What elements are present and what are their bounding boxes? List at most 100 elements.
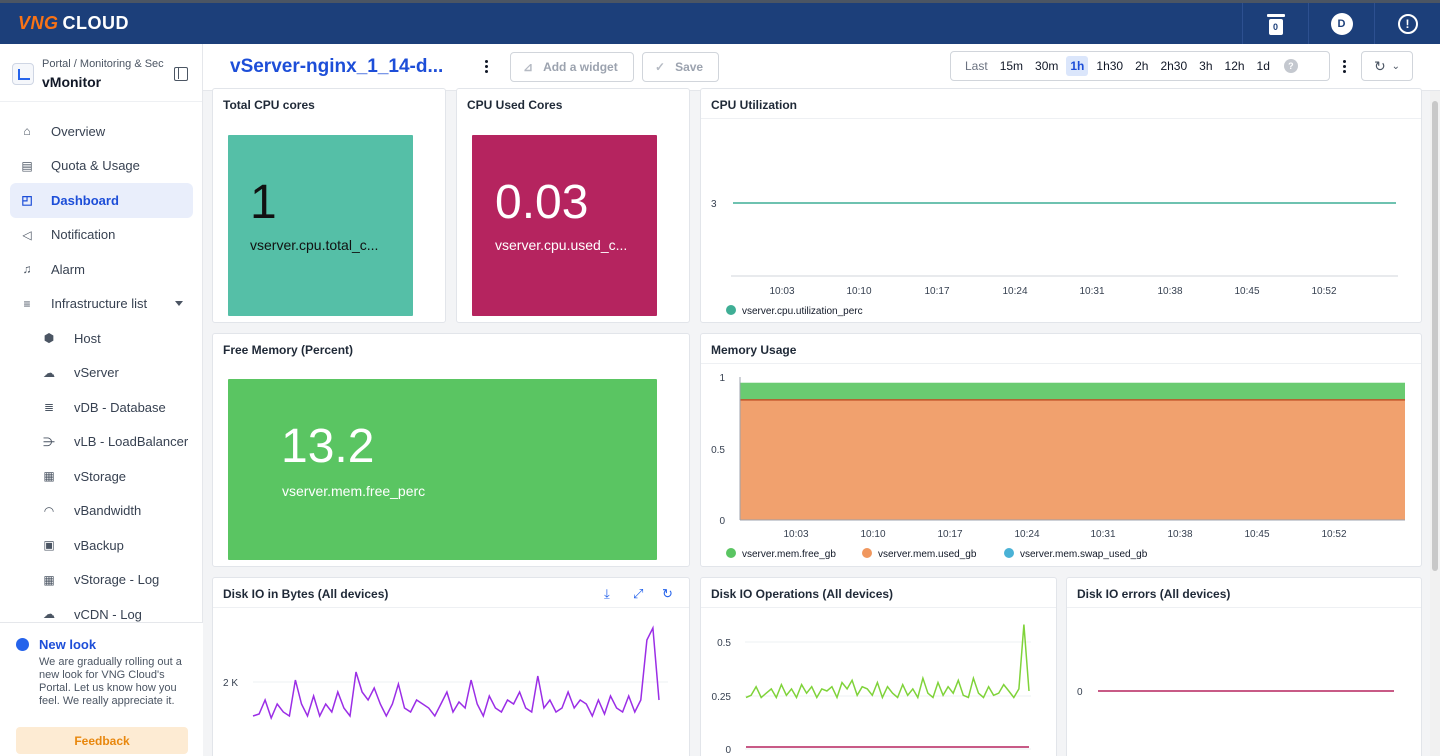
legend-swatch — [726, 548, 736, 558]
y-tick-label: 3 — [711, 199, 717, 210]
user-menu-button[interactable]: D — [1308, 3, 1374, 44]
sidebar-item-overview[interactable]: ⌂ Overview — [0, 114, 203, 149]
sidebar-item-alarm[interactable]: ♫ Alarm — [0, 252, 203, 287]
sidebar-item-vstorage-log[interactable]: ▦ vStorage - Log — [0, 563, 203, 598]
sidebar-item-label: vStorage - Log — [74, 572, 160, 588]
panel-title: CPU Used Cores — [467, 98, 563, 112]
x-tick-label: 10:45 — [1244, 529, 1269, 540]
disk-ops-read-line — [745, 624, 1030, 700]
sidebar-item-label: vCDN - Log — [74, 606, 142, 622]
new-look-banner: New look We are gradually rolling out a … — [0, 622, 203, 756]
stat-tile: 0.03 vserver.cpu.used_c... — [472, 135, 657, 316]
legend-swatch — [726, 305, 736, 315]
feedback-button[interactable]: Feedback — [16, 727, 188, 754]
gauge-icon: ◠ — [43, 503, 55, 518]
top-bar: VNG CLOUD 0 D ! — [0, 0, 1440, 44]
sidebar-item-quota-usage[interactable]: ▤ Quota & Usage — [0, 149, 203, 184]
add-chart-icon: ⊿ — [523, 60, 534, 74]
panel-total-cpu-cores: Total CPU cores 1 vserver.cpu.total_c... — [212, 88, 446, 323]
range-option-15m[interactable]: 15m — [996, 56, 1027, 76]
collapse-sidebar-icon[interactable] — [174, 67, 188, 81]
range-option-30m[interactable]: 30m — [1031, 56, 1062, 76]
sidebar-item-vlb-loadbalancer[interactable]: ⋺ vLB - LoadBalancer — [0, 425, 203, 460]
info-button[interactable]: ! — [1374, 3, 1440, 44]
range-option-2h[interactable]: 2h — [1131, 56, 1152, 76]
sidebar-item-label: Quota & Usage — [51, 158, 140, 174]
range-option-2h30[interactable]: 2h30 — [1156, 56, 1191, 76]
panel-disk-io-operations: Disk IO Operations (All devices) 0 0.25 0.… — [700, 577, 1057, 756]
sidebar-item-label: Dashboard — [51, 192, 119, 208]
page-scrollbar[interactable] — [1430, 91, 1440, 756]
sidebar-item-vbandwidth[interactable]: ◠ vBandwidth — [0, 494, 203, 529]
sidebar-item-label: vStorage — [74, 468, 127, 484]
range-option-12h[interactable]: 12h — [1221, 56, 1249, 76]
x-tick-label: 10:17 — [924, 286, 949, 297]
sidebar-nav: ⌂ Overview ▤ Quota & Usage ◰ Dashboard ◁… — [0, 114, 203, 632]
save-button[interactable]: ✓ Save — [642, 52, 719, 82]
host-icon: ⬢ — [43, 331, 55, 346]
vng-cloud-logo[interactable]: VNG CLOUD — [18, 13, 129, 34]
trash-button[interactable]: 0 — [1242, 3, 1308, 44]
stat-value: 13.2 — [281, 420, 375, 473]
new-look-title: New look — [39, 637, 97, 652]
help-icon[interactable]: ? — [1283, 59, 1298, 73]
x-tick-label: 10:38 — [1167, 529, 1192, 540]
trash-count: 0 — [1268, 18, 1283, 35]
legend-swatch — [862, 548, 872, 558]
range-more-icon[interactable] — [1343, 60, 1347, 75]
sidebar: Portal / Monitoring & Sec vMonitor ⌂ Ove… — [0, 44, 203, 756]
used-area — [740, 399, 1405, 520]
range-option-1d[interactable]: 1d — [1253, 56, 1274, 76]
breadcrumb[interactable]: Portal / Monitoring & Sec — [42, 58, 172, 70]
scrollbar-thumb[interactable] — [1432, 101, 1438, 571]
legend-label: vserver.mem.swap_used_gb — [1020, 549, 1148, 560]
stat-metric: vserver.cpu.used_c... — [495, 237, 628, 253]
y-tick-label: 0.25 — [712, 692, 732, 703]
cpu-utilization-chart: 10:03 10:10 10:17 10:24 10:31 10:38 10:45 10:52… — [711, 199, 1398, 317]
range-option-1h[interactable]: 1h — [1066, 56, 1089, 76]
loadbalancer-icon: ⋺ — [43, 434, 55, 449]
sidebar-item-notification[interactable]: ◁ Notification — [0, 218, 203, 253]
sidebar-item-infrastructure-list[interactable]: ≡ Infrastructure list — [0, 287, 203, 322]
cloud-server-icon: ☁ — [43, 365, 55, 380]
stat-metric: vserver.cpu.total_c... — [250, 237, 379, 253]
refresh-interval-button[interactable]: ↻ ⌄ — [1361, 51, 1413, 81]
legend-label: vserver.mem.free_gb — [742, 549, 836, 560]
sidebar-item-label: Overview — [51, 123, 106, 139]
panel-title: Free Memory (Percent) — [223, 343, 354, 357]
y-tick-label: 2 K — [223, 678, 238, 689]
sidebar-item-label: Host — [74, 330, 101, 346]
sidebar-item-vstorage[interactable]: ▦ vStorage — [0, 459, 203, 494]
add-widget-label: Add a widget — [543, 60, 618, 74]
range-option-1h30[interactable]: 1h30 — [1092, 56, 1127, 76]
check-icon: ✓ — [655, 60, 666, 74]
sidebar-item-vserver[interactable]: ☁ vServer — [0, 356, 203, 391]
legend-label: vserver.cpu.utilization_perc — [742, 306, 863, 317]
vmonitor-app-icon — [12, 63, 34, 85]
dashboard-toolbar: vServer-nginx_1_14-d... ⊿ Add a widget ✓… — [203, 44, 1440, 91]
sidebar-item-vbackup[interactable]: ▣ vBackup — [0, 528, 203, 563]
quota-icon: ▤ — [21, 158, 33, 173]
x-tick-label: 10:03 — [783, 529, 808, 540]
storage-icon: ▦ — [43, 469, 55, 484]
disk-io-errors-chart: 0 — [1077, 687, 1394, 698]
sidebar-item-host[interactable]: ⬢ Host — [0, 321, 203, 356]
x-tick-label: 10:17 — [937, 529, 962, 540]
dashboard-more-icon[interactable] — [485, 60, 489, 75]
sidebar-item-dashboard[interactable]: ◰ Dashboard — [10, 183, 193, 218]
y-tick-label: 1 — [719, 373, 725, 384]
y-tick-label: 0 — [1077, 687, 1083, 698]
stat-metric: vserver.mem.free_perc — [282, 483, 426, 499]
stat-tile: 13.2 vserver.mem.free_perc — [228, 379, 657, 560]
add-widget-button[interactable]: ⊿ Add a widget — [510, 52, 634, 82]
dashboard-title[interactable]: vServer-nginx_1_14-d... — [230, 56, 443, 78]
avatar: D — [1330, 12, 1353, 35]
panel-cpu-used-cores: CPU Used Cores 0.03 vserver.cpu.used_c..… — [456, 88, 690, 323]
sidebar-item-vdb-database[interactable]: ≣ vDB - Database — [0, 390, 203, 425]
sidebar-item-label: vDB - Database — [74, 399, 166, 415]
palette-icon — [16, 638, 29, 651]
panel-free-memory: Free Memory (Percent) 13.2 vserver.mem.f… — [212, 333, 690, 567]
range-option-3h[interactable]: 3h — [1195, 56, 1216, 76]
stat-value: 0.03 — [495, 176, 589, 229]
infrastructure-icon: ≡ — [23, 296, 31, 311]
